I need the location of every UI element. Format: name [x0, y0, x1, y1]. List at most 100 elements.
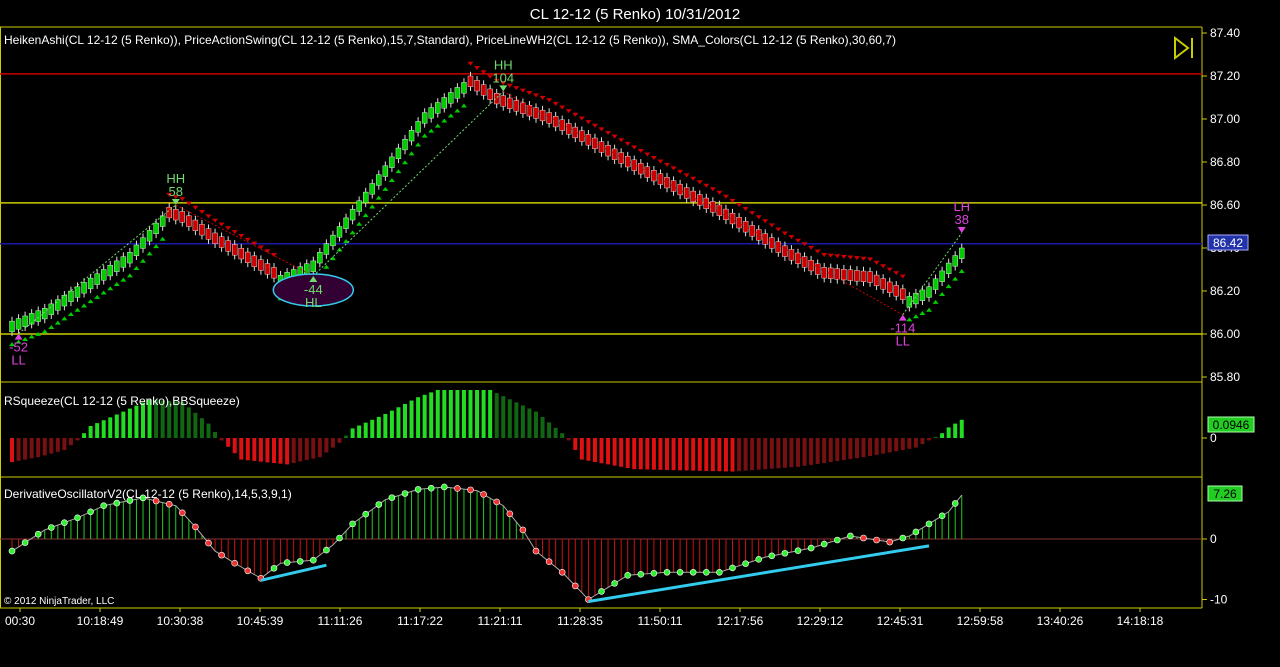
candle-body	[251, 255, 258, 267]
candle-body	[494, 92, 500, 105]
candle	[559, 105, 566, 135]
candle-body	[421, 112, 428, 124]
squeeze-bar	[887, 438, 892, 453]
squeeze-last-value: 0.0946	[1213, 418, 1250, 432]
candle-body	[539, 109, 546, 122]
trend-arrow-down	[192, 205, 199, 210]
trend-arrow-down	[664, 162, 670, 167]
oscillator-dot	[873, 536, 880, 544]
squeeze-bar	[108, 417, 113, 438]
squeeze-bar	[285, 438, 290, 465]
squeeze-bar	[475, 390, 480, 438]
window-title: CL 12-12 (5 Renko) 10/31/2012	[530, 6, 740, 23]
candle-body	[271, 267, 277, 279]
candle-body	[507, 97, 513, 109]
squeeze-bar	[684, 438, 689, 471]
trend-arrow-down	[244, 237, 251, 242]
candle	[35, 306, 42, 336]
candle	[539, 95, 546, 126]
heiken-ashi-candles	[9, 61, 965, 347]
squeeze-bar	[134, 405, 139, 438]
candle-body	[245, 251, 251, 264]
candle-body	[42, 308, 48, 320]
oscillator-dot	[467, 486, 474, 494]
divergence-trendline	[260, 563, 327, 582]
candle-body	[461, 82, 467, 94]
trend-arrow-down	[539, 95, 546, 100]
squeeze-bar	[501, 396, 506, 438]
candle-body	[179, 211, 186, 223]
squeeze-bar	[763, 438, 768, 470]
oscillator-dot	[650, 569, 658, 577]
oscillator-dot	[336, 534, 343, 542]
candle	[454, 83, 461, 113]
trend-arrow-down	[899, 274, 906, 279]
candle-body	[81, 282, 87, 294]
squeeze-bar	[370, 419, 375, 438]
candle	[513, 86, 520, 116]
candle	[618, 138, 625, 168]
squeeze-bar	[592, 438, 597, 462]
oscillator-dot	[532, 547, 540, 555]
candle	[736, 202, 743, 233]
candle-body	[127, 252, 133, 264]
time-tick-label: 11:50:11	[638, 614, 683, 628]
oscillator-dot	[34, 530, 42, 538]
candle	[428, 103, 435, 133]
squeeze-bar	[95, 423, 100, 438]
trend-arrow-down	[572, 112, 579, 117]
squeeze-bar	[704, 438, 709, 471]
squeeze-bar	[49, 438, 54, 454]
candle-body	[841, 268, 847, 281]
oscillator-dot	[545, 558, 553, 565]
price-tick-label: 86.00	[1210, 327, 1240, 341]
candle	[808, 245, 815, 276]
oscillator-dot	[807, 544, 815, 552]
price-tick-label: 86.80	[1210, 155, 1240, 169]
candle-body	[631, 159, 637, 171]
derivative-oscillator	[0, 483, 1202, 603]
squeeze-bar	[658, 438, 663, 470]
candle	[899, 274, 906, 304]
oscillator-dot	[493, 498, 501, 506]
squeeze-bar	[324, 438, 329, 453]
candle	[67, 286, 74, 317]
candle-body	[834, 268, 840, 280]
squeeze-bar	[579, 438, 584, 460]
candle-body	[821, 267, 827, 279]
trend-arrow-up	[958, 269, 965, 274]
oscillator-dot	[519, 526, 527, 534]
squeeze-bar	[36, 438, 41, 458]
scroll-to-end-icon[interactable]	[1168, 34, 1198, 62]
candle-body	[710, 201, 716, 213]
time-tick-label: 10:30:38	[157, 614, 204, 628]
candle	[716, 190, 723, 221]
candle-body	[854, 270, 860, 282]
candle-body	[87, 277, 94, 290]
candle-body	[205, 228, 212, 240]
trend-arrow-down	[886, 267, 893, 272]
candle-body	[402, 138, 408, 151]
oscillator-dot	[21, 539, 29, 546]
price-tick-label: 85.80	[1210, 370, 1240, 384]
squeeze-bar	[350, 428, 355, 438]
time-tick-label: 11:28:35	[557, 614, 603, 628]
trend-arrow-down	[814, 249, 821, 254]
squeeze-bar	[10, 438, 14, 462]
candle-body	[592, 137, 598, 149]
candle-body	[428, 107, 434, 119]
candle-body	[349, 209, 356, 221]
trend-arrow-down	[546, 98, 553, 103]
squeeze-bar	[272, 438, 276, 464]
trend-arrow-down	[716, 190, 723, 195]
squeeze-bar	[252, 438, 257, 461]
price-action-swings: -52LL58HH-44HL104HH-114LL38LH	[9, 57, 970, 367]
candle-body	[775, 241, 782, 253]
last-price-tag: 86.42	[1207, 234, 1249, 251]
candle	[460, 78, 467, 108]
squeeze-bar	[730, 438, 735, 472]
oscillator-dot	[414, 486, 422, 493]
candle-body	[238, 248, 244, 260]
candle	[48, 299, 55, 329]
trend-arrow-up	[362, 213, 369, 218]
